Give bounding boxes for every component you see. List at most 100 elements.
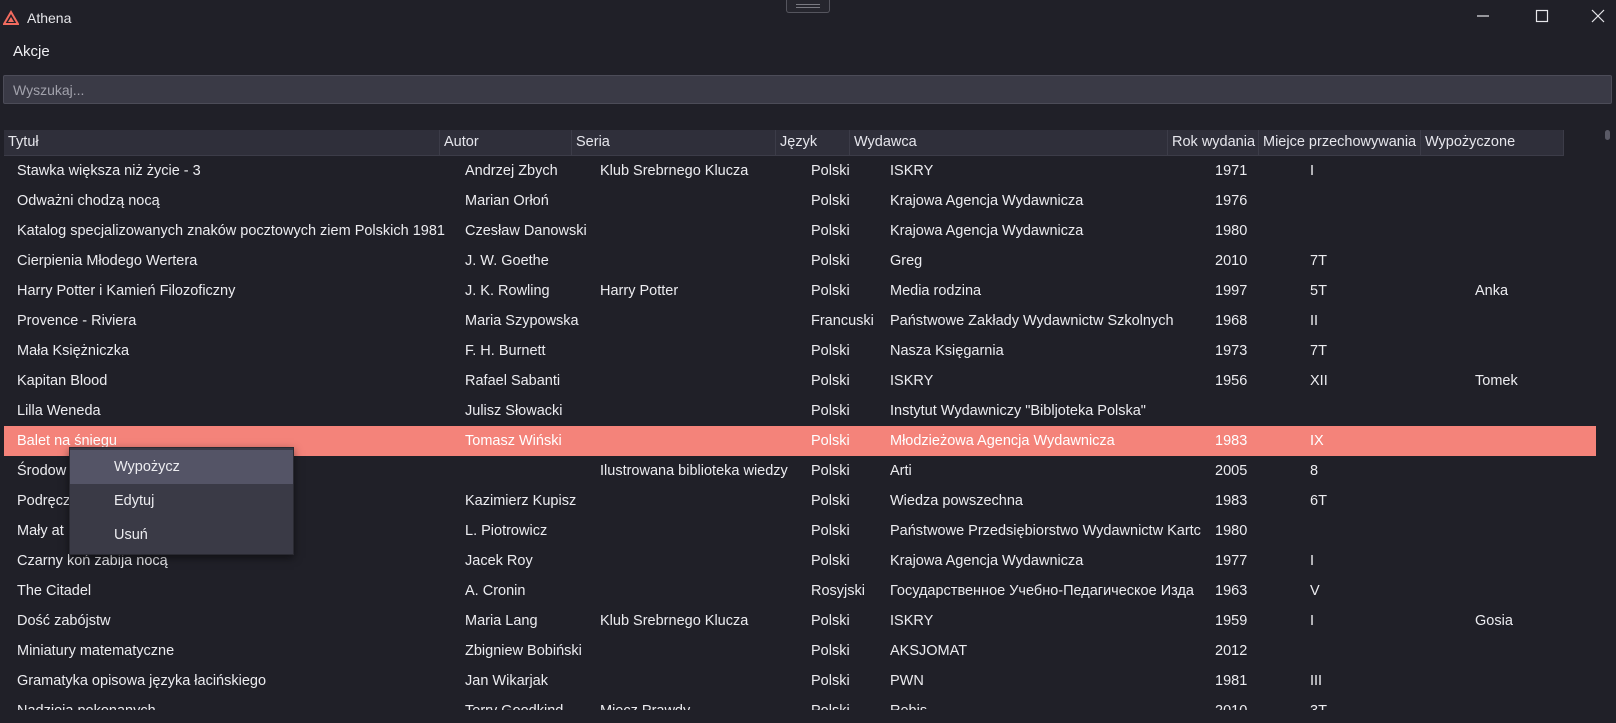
cell-seria: Miecz Prawdy — [600, 696, 800, 710]
cell-jezyk: Polski — [811, 463, 850, 479]
cell-rok: 1983 — [1215, 493, 1248, 509]
cell-wydawca: Krajowa Agencja Wydawnicza — [890, 553, 1084, 569]
table-row[interactable]: The Citadel A. Cronin Rosyjski Государствен… — [4, 576, 1596, 606]
cell-wypozyczone: Anka — [1475, 283, 1509, 299]
cell-seria: Harry Potter — [600, 283, 679, 299]
header-col-wypozyczone[interactable]: Wypożyczone — [1421, 130, 1564, 155]
minimize-button[interactable] — [1460, 0, 1506, 36]
cell-seria — [600, 336, 800, 366]
cell-rok: 1956 — [1215, 373, 1248, 389]
cell-wydawca: Młodzieżowa Agencja Wydawnicza — [890, 433, 1115, 449]
cell-miejsce: XII — [1310, 373, 1328, 389]
cell-miejsce: V — [1310, 583, 1320, 599]
cell-rok: 2010 — [1215, 253, 1248, 269]
header-col-jezyk[interactable]: Język — [776, 130, 850, 155]
search-input[interactable] — [3, 75, 1612, 104]
cell-seria — [600, 486, 800, 516]
maximize-button[interactable] — [1519, 0, 1565, 36]
table-row[interactable]: Provence - Riviera Maria Szypowska Francus… — [4, 306, 1596, 336]
table-row[interactable]: Cierpienia Młodego Wertera J. W. Goethe Po… — [4, 246, 1596, 276]
cell-seria — [600, 546, 800, 576]
table-row[interactable]: Gramatyka opisowa języka łacińskiego Jan … — [4, 666, 1596, 696]
table-row[interactable]: Harry Potter i Kamień Filozoficzny J. K. … — [4, 276, 1596, 306]
cell-wydawca: Krajowa Agencja Wydawnicza — [890, 193, 1084, 209]
cell-wypozyczone — [1475, 186, 1595, 216]
cell-tytul: Harry Potter i Kamień Filozoficzny — [17, 283, 236, 299]
cell-wypozyczone: Gosia — [1475, 613, 1513, 629]
table-row[interactable]: Nadzieja pokonanych Terry GoodkindMiecz P… — [4, 696, 1596, 710]
cell-jezyk: Polski — [811, 373, 850, 389]
table-row[interactable]: Katalog specjalizowanych znaków pocztowy… — [4, 216, 1596, 246]
cell-miejsce: I — [1310, 163, 1315, 179]
cell-jezyk: Polski — [811, 613, 850, 629]
cell-wydawca: ISKRY — [890, 163, 934, 179]
cell-tytul: Kapitan Blood — [17, 373, 108, 389]
cell-tytul: Provence - Riviera — [17, 313, 137, 329]
header-col-miejsce[interactable]: Miejce przechowywania — [1259, 130, 1421, 155]
header-col-autor[interactable]: Autor — [440, 130, 572, 155]
context-menu: Wypożycz Edytuj Usuń — [69, 447, 294, 555]
cell-rok: 1963 — [1215, 583, 1248, 599]
cell-autor: Jan Wikarjak — [465, 673, 548, 689]
table-row[interactable]: Stawka większa niż życie - 3 Andrzej Zbyc… — [4, 156, 1596, 186]
cell-wypozyczone — [1475, 246, 1595, 276]
ctx-item-usun[interactable]: Usuń — [70, 518, 293, 552]
cell-wydawca: AKSJOMAT — [890, 643, 968, 659]
table-row[interactable]: Lilla Weneda Julisz Słowacki Polski Instytu… — [4, 396, 1596, 426]
table-row[interactable]: Kapitan Blood Rafael Sabanti Polski ISKRY 19… — [4, 366, 1596, 396]
cell-wydawca: PWN — [890, 673, 924, 689]
cell-rok: 1973 — [1215, 343, 1248, 359]
maximize-icon — [1535, 9, 1549, 28]
cell-autor: Julisz Słowacki — [465, 403, 563, 419]
table-row[interactable]: Dość zabójstw Maria Lang Klub Srebrnego Kl… — [4, 606, 1596, 636]
cell-jezyk: Polski — [811, 433, 850, 449]
header-col-tytul[interactable]: Tytuł — [4, 130, 440, 155]
cell-wydawca: Nasza Księgarnia — [890, 343, 1004, 359]
cell-wydawca: Wiedza powszechna — [890, 493, 1023, 509]
menu-bar: Akcje — [0, 38, 1616, 66]
cell-tytul: Odważni chodzą nocą — [17, 193, 160, 209]
cell-wypozyczone — [1475, 336, 1595, 366]
cell-seria — [600, 426, 800, 456]
header-col-seria[interactable]: Seria — [572, 130, 776, 155]
table-header: Tytuł Autor Seria Język Wydawca Rok wydania Mi… — [4, 130, 1564, 156]
table-row[interactable]: Miniatury matematyczne Zbigniew Bobiński P… — [4, 636, 1596, 666]
cell-wypozyczone — [1475, 576, 1595, 606]
cell-rok: 1997 — [1215, 283, 1248, 299]
drag-handle[interactable] — [786, 0, 830, 13]
table-row[interactable]: Odważni chodzą nocą Marian Orłoń Polski Kra… — [4, 186, 1596, 216]
table-row[interactable]: Mała Księżniczka F. H. Burnett Polski Nasza… — [4, 336, 1596, 366]
cell-autor: Andrzej Zbych — [465, 163, 558, 179]
cell-miejsce — [1310, 216, 1470, 246]
cell-wydawca: ISKRY — [890, 613, 934, 629]
ctx-item-wypozycz[interactable]: Wypożycz — [70, 450, 293, 484]
ctx-item-edytuj[interactable]: Edytuj — [70, 484, 293, 518]
cell-tytul: Stawka większa niż życie - 3 — [17, 163, 201, 179]
header-col-wydawca[interactable]: Wydawca — [850, 130, 1168, 155]
cell-jezyk: Polski — [811, 523, 850, 539]
cell-miejsce: 3T — [1310, 696, 1470, 710]
menu-akcje[interactable]: Akcje — [13, 43, 50, 60]
window-title: Athena — [27, 10, 72, 26]
vertical-scrollbar[interactable] — [1605, 130, 1610, 140]
cell-wydawca: ISKRY — [890, 373, 934, 389]
cell-wypozyczone — [1475, 456, 1595, 486]
cell-seria: Klub Srebrnego Klucza — [600, 163, 749, 179]
close-button[interactable] — [1575, 0, 1616, 36]
cell-rok: 2012 — [1215, 643, 1248, 659]
cell-wydawca: Państwowe Przedsiębiorstwo Wydawnictw Ka… — [890, 523, 1201, 539]
cell-autor: J. K. Rowling — [465, 283, 550, 299]
cell-seria — [600, 366, 800, 396]
cell-autor: Kazimierz Kupisz — [465, 493, 577, 509]
cell-wydawca: Media rodzina — [890, 283, 982, 299]
cell-rok: 1977 — [1215, 553, 1248, 569]
cell-wypozyczone — [1475, 516, 1595, 546]
cell-jezyk: Francuski — [811, 313, 874, 329]
cell-tytul: Gramatyka opisowa języka łacińskiego — [17, 673, 267, 689]
cell-autor: L. Piotrowicz — [465, 523, 548, 539]
cell-autor: Marian Orłoń — [465, 193, 549, 209]
cell-miejsce — [1310, 396, 1470, 426]
header-col-rok[interactable]: Rok wydania — [1168, 130, 1259, 155]
cell-wypozyczone — [1475, 156, 1595, 186]
cell-autor — [465, 456, 605, 486]
